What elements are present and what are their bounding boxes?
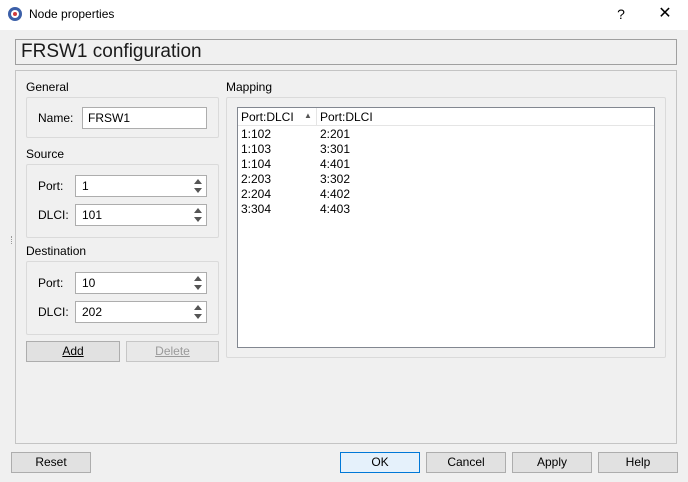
table-cell: 3:302	[320, 172, 351, 186]
destination-dlci-value: 202	[82, 305, 103, 319]
delete-button[interactable]: Delete	[126, 341, 219, 362]
ok-button[interactable]: OK	[340, 452, 420, 473]
splitter-grip[interactable]	[11, 236, 13, 244]
table-cell: 2:201	[320, 127, 351, 141]
spin-down-icon[interactable]	[194, 188, 202, 193]
column-header-label: Port:DLCI	[241, 110, 294, 124]
source-port-value: 1	[82, 179, 89, 193]
name-label: Name:	[38, 111, 74, 125]
source-port-spinbox[interactable]: 1	[75, 175, 207, 197]
window-title: Node properties	[29, 7, 115, 21]
page-title: FRSW1 configuration	[21, 41, 202, 62]
mapping-table[interactable]: Port:DLCI ▲ Port:DLCI 1:102 2:201 1:103 …	[237, 107, 655, 348]
destination-port-label: Port:	[38, 276, 64, 290]
table-row[interactable]: 2:204 4:402	[238, 187, 654, 202]
column-header-label: Port:DLCI	[320, 110, 373, 124]
table-cell: 1:104	[241, 157, 272, 171]
add-button[interactable]: Add	[26, 341, 120, 362]
table-cell: 1:103	[241, 142, 272, 156]
table-row[interactable]: 1:103 3:301	[238, 142, 654, 157]
spin-up-icon[interactable]	[194, 276, 202, 281]
destination-dlci-stepper[interactable]	[191, 303, 205, 321]
spin-up-icon[interactable]	[194, 305, 202, 310]
spin-up-icon[interactable]	[194, 179, 202, 184]
reset-button[interactable]: Reset	[11, 452, 91, 473]
mapping-column-header-destination[interactable]: Port:DLCI	[317, 108, 654, 126]
destination-port-stepper[interactable]	[191, 274, 205, 292]
table-cell: 1:102	[241, 127, 272, 141]
source-dlci-label: DLCI:	[38, 208, 69, 222]
spin-down-icon[interactable]	[194, 285, 202, 290]
destination-dlci-spinbox[interactable]: 202	[75, 301, 207, 323]
destination-group-title: Destination	[26, 244, 87, 258]
table-row[interactable]: 1:104 4:401	[238, 157, 654, 172]
spin-down-icon[interactable]	[194, 217, 202, 222]
name-input[interactable]: FRSW1	[82, 107, 207, 129]
source-dlci-stepper[interactable]	[191, 206, 205, 224]
table-cell: 4:402	[320, 187, 351, 201]
gns3-app-icon	[7, 6, 23, 22]
general-group-title: General	[26, 80, 69, 94]
source-dlci-spinbox[interactable]: 101	[75, 204, 207, 226]
source-port-label: Port:	[38, 179, 64, 193]
source-group-title: Source	[26, 147, 65, 161]
table-cell: 3:301	[320, 142, 351, 156]
help-button[interactable]: Help	[598, 452, 678, 473]
table-cell: 2:204	[241, 187, 272, 201]
delete-button-label: Delete	[155, 344, 190, 358]
table-row[interactable]: 3:304 4:403	[238, 202, 654, 217]
table-cell: 4:401	[320, 157, 351, 171]
destination-port-spinbox[interactable]: 10	[75, 272, 207, 294]
apply-button[interactable]: Apply	[512, 452, 592, 473]
spin-up-icon[interactable]	[194, 208, 202, 213]
destination-port-value: 10	[82, 276, 96, 290]
cancel-button[interactable]: Cancel	[426, 452, 506, 473]
source-port-stepper[interactable]	[191, 177, 205, 195]
table-row[interactable]: 2:203 3:302	[238, 172, 654, 187]
destination-dlci-label: DLCI:	[38, 305, 69, 319]
mapping-group-title: Mapping	[226, 80, 273, 94]
spin-down-icon[interactable]	[194, 314, 202, 319]
table-row[interactable]: 1:102 2:201	[238, 127, 654, 142]
close-button[interactable]: ✕	[652, 4, 678, 24]
source-dlci-value: 101	[82, 208, 103, 222]
add-button-label: Add	[62, 344, 84, 358]
sort-ascending-icon: ▲	[304, 111, 312, 120]
table-cell: 2:203	[241, 172, 272, 186]
context-help-button[interactable]: ?	[608, 4, 634, 24]
table-cell: 4:403	[320, 202, 351, 216]
table-cell: 3:304	[241, 202, 272, 216]
